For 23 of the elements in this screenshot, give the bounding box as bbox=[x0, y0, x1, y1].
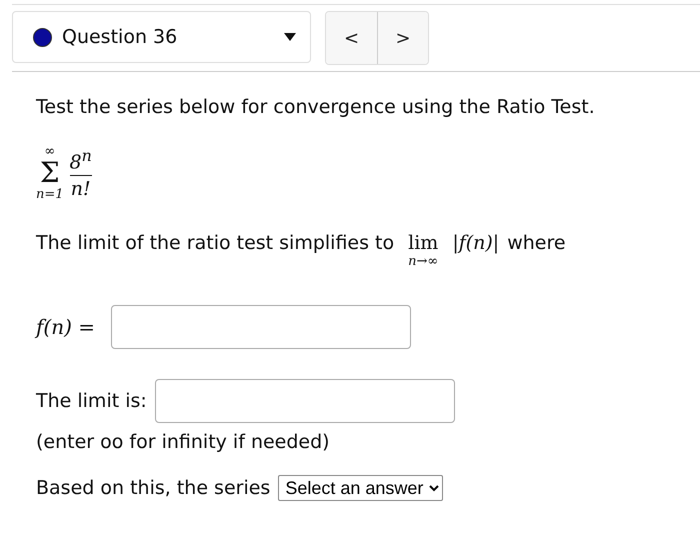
sigma-sign: Σ bbox=[40, 159, 60, 187]
limit-input-field[interactable] bbox=[154, 379, 455, 423]
answer-select[interactable]: Select an answer bbox=[278, 475, 444, 501]
limit-label: The limit is: bbox=[36, 390, 147, 412]
lim-operator: lim bbox=[408, 232, 438, 254]
denominator: n! bbox=[70, 178, 91, 200]
function-expression: |f(n)| bbox=[452, 232, 500, 254]
question-title: Question 36 bbox=[62, 26, 178, 48]
where-text: where bbox=[507, 232, 566, 254]
previous-button[interactable]: < bbox=[326, 12, 377, 64]
function-label: f(n) = bbox=[36, 315, 96, 339]
upper-bound: ∞ bbox=[44, 144, 56, 159]
limit-text: The limit of the ratio test simplifies to bbox=[36, 232, 394, 254]
function-input-field[interactable] bbox=[111, 305, 412, 349]
numerator: 8$^{n}$ bbox=[70, 146, 92, 173]
conclusion-text: Based on this, the series bbox=[36, 477, 270, 499]
lower-bound: n=1 bbox=[36, 187, 64, 202]
next-button[interactable]: > bbox=[377, 12, 428, 64]
question-selector[interactable]: Question 36 bbox=[12, 11, 311, 63]
question-prompt: Test the series below for convergence using the Ratio Test. bbox=[36, 96, 596, 118]
lim-subscript: n→∞ bbox=[408, 254, 438, 269]
caret-icon bbox=[284, 33, 296, 41]
hint-text: (enter oo for infinity if needed) bbox=[36, 431, 331, 453]
